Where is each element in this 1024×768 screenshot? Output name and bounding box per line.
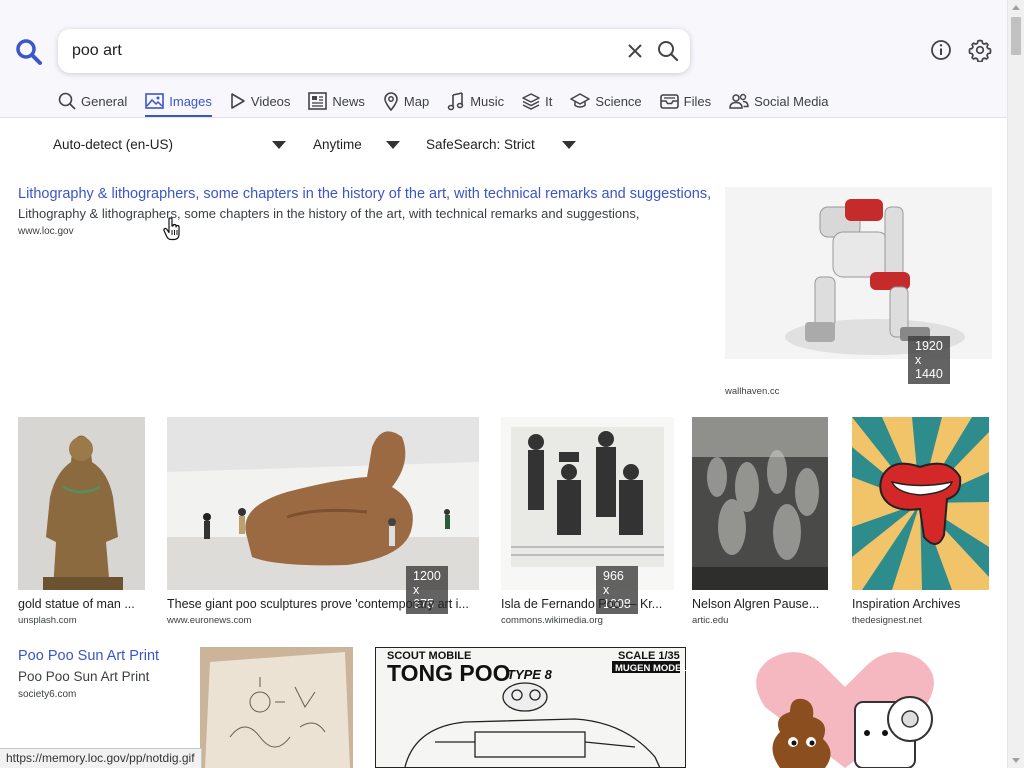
tab-label: Videos (250, 94, 291, 109)
search-icon[interactable] (656, 39, 680, 63)
category-tabs: General Images Videos News Map Music It … (58, 90, 847, 118)
newspaper-icon (308, 92, 328, 110)
tab-label: Science (595, 94, 642, 109)
thumbnail[interactable]: SCOUT MOBILE TONG POO TYPE 8 SCALE 1/35 … (375, 647, 686, 768)
tab-general[interactable]: General (58, 90, 127, 118)
engraving-image (501, 417, 674, 590)
tab-news[interactable]: News (308, 90, 365, 118)
tab-label: Files (683, 94, 712, 109)
header: General Images Videos News Map Music (0, 0, 1007, 118)
box-text-mugen-model: MUGEN MODEL (615, 663, 686, 674)
layers-icon (522, 93, 540, 110)
tab-label: Music (470, 94, 505, 109)
search-input[interactable] (72, 40, 612, 62)
result-snippet: Poo Poo Sun Art Print (18, 669, 150, 684)
tab-label: It (545, 94, 553, 109)
result-lithography: Lithography & lithographers, some chapte… (18, 186, 711, 237)
image-icon (145, 93, 165, 109)
heart-image (745, 647, 945, 768)
result-url: www.loc.gov (18, 226, 74, 237)
tab-images[interactable]: Images (145, 90, 212, 118)
result-title-link[interactable]: Poo Poo Sun Art Print (18, 648, 159, 664)
vertical-scrollbar[interactable] (1007, 0, 1024, 768)
image-source: commons.wikimedia.org (501, 615, 603, 626)
tab-label: News (332, 94, 365, 109)
sketch-image (200, 647, 353, 768)
scroll-up-arrow-icon[interactable] (1012, 5, 1020, 10)
time-select[interactable]: Anytime (313, 137, 400, 152)
filter-bar: Auto-detect (en-US) Anytime SafeSearch: … (0, 118, 1007, 172)
tab-label: Map (403, 94, 430, 109)
photo-image (692, 417, 828, 590)
clear-icon[interactable] (624, 40, 646, 62)
hand-cursor-icon (163, 217, 180, 241)
time-select-value: Anytime (313, 137, 362, 152)
thumbnail[interactable] (852, 417, 989, 590)
tab-files[interactable]: Files (659, 90, 712, 118)
status-bar: https://memory.loc.gov/pp/notdig.gif (0, 748, 202, 768)
image-caption: These giant poo sculptures prove 'contem… (167, 597, 469, 611)
thumbnail[interactable] (692, 417, 828, 590)
thumbnail[interactable] (18, 417, 145, 590)
image-dimensions-badge: 1920 x 1440 (908, 336, 950, 384)
tab-label: General (81, 94, 128, 109)
chevron-down-icon (386, 141, 400, 149)
sculpture-image (167, 417, 479, 590)
chevron-down-icon (272, 141, 286, 149)
tab-music[interactable]: Music (447, 90, 504, 118)
safesearch-select[interactable]: SafeSearch: Strict (426, 137, 576, 152)
result-poo-sun-art: Poo Poo Sun Art Print Poo Poo Sun Art Pr… (18, 648, 159, 700)
inbox-icon (659, 94, 679, 109)
statue-image (18, 417, 145, 590)
tab-social-media[interactable]: Social Media (729, 90, 829, 118)
tab-videos[interactable]: Videos (230, 90, 291, 118)
image-caption: Nelson Algren Pause... (692, 597, 820, 611)
gear-icon[interactable] (968, 38, 992, 62)
search-box (58, 29, 690, 73)
tab-science[interactable]: Science (570, 90, 642, 118)
music-note-icon (447, 92, 464, 111)
map-pin-icon (384, 92, 398, 111)
chevron-down-icon (562, 141, 576, 149)
tab-it[interactable]: It (522, 90, 552, 118)
search-icon (58, 92, 76, 110)
people-icon (729, 93, 749, 109)
tab-map[interactable]: Map (383, 90, 429, 118)
image-source: www.euronews.com (167, 615, 252, 626)
result-url: society6.com (18, 689, 77, 700)
image-caption: Inspiration Archives (852, 597, 961, 611)
info-icon[interactable] (930, 39, 952, 61)
thumbnail[interactable] (501, 417, 674, 590)
page: General Images Videos News Map Music (0, 0, 1024, 768)
thumbnail[interactable] (200, 647, 353, 768)
image-source: thedesignest.net (852, 615, 922, 626)
thumbnail[interactable] (167, 417, 479, 590)
image-caption: Isla de Fernando Poo — Kr... (501, 597, 663, 611)
language-select[interactable]: Auto-detect (en-US) (53, 137, 286, 152)
result-title-link[interactable]: Lithography & lithographers, some chapte… (18, 186, 711, 202)
box-text-scale: SCALE 1/35 (618, 650, 680, 662)
box-text-tong-poo: TONG POO (387, 660, 511, 686)
play-icon (231, 93, 245, 109)
image-caption: gold statue of man ... (18, 597, 135, 611)
tongue-logo-image (852, 417, 989, 590)
box-text-type: TYPE 8 (507, 667, 553, 682)
robot-image (725, 187, 992, 359)
image-source: artic.edu (692, 615, 729, 626)
search-logo-icon[interactable] (15, 38, 43, 66)
image-source: unsplash.com (18, 615, 77, 626)
safesearch-select-value: SafeSearch: Strict (426, 137, 535, 152)
language-select-value: Auto-detect (en-US) (53, 137, 174, 152)
tab-label: Social Media (754, 94, 829, 109)
tab-label: Images (169, 94, 212, 109)
graduation-cap-icon (570, 93, 591, 108)
thumbnail[interactable] (725, 187, 992, 359)
image-source: wallhaven.cc (725, 386, 780, 397)
scrollbar-thumb[interactable] (1011, 17, 1021, 55)
thumbnail[interactable] (745, 647, 945, 768)
result-snippet: Lithography & lithographers, some chapte… (18, 206, 640, 221)
scroll-down-arrow-icon[interactable] (1012, 758, 1020, 763)
tong-poo-box-art: SCOUT MOBILE TONG POO TYPE 8 SCALE 1/35 … (375, 647, 686, 768)
